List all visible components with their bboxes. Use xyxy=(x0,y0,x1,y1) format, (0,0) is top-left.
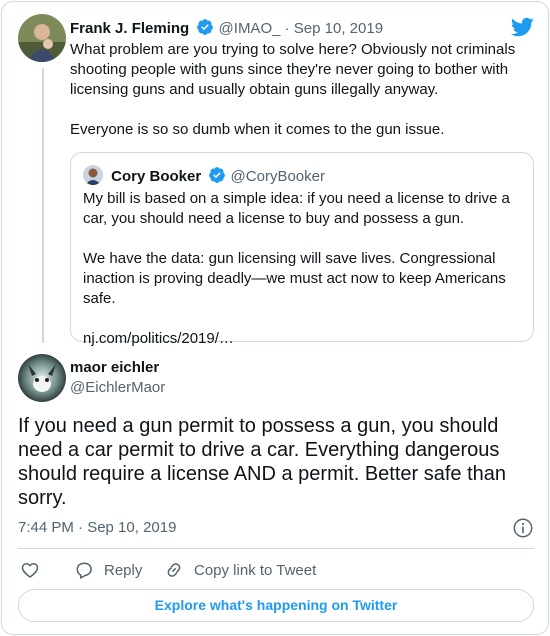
quoted-avatar xyxy=(83,165,103,185)
info-icon[interactable] xyxy=(512,517,534,539)
verified-badge-icon xyxy=(209,167,226,183)
parent-author-name[interactable]: Frank J. Fleming xyxy=(70,20,189,37)
quoted-handle: @CoryBooker xyxy=(230,168,325,185)
main-author-name[interactable]: maor eichler xyxy=(70,358,159,378)
quoted-paragraph: We have the data: gun licensing will sav… xyxy=(83,250,506,307)
quoted-link[interactable]: nj.com/politics/2019/… xyxy=(83,329,523,349)
copy-link-button[interactable]: Copy link to Tweet xyxy=(164,558,316,582)
quoted-tweet-text: My bill is based on a simple idea: if yo… xyxy=(83,189,523,349)
quoted-tweet[interactable]: Cory Booker @CoryBooker My bill is based… xyxy=(70,152,534,347)
reply-icon xyxy=(76,562,92,579)
thread-line xyxy=(42,68,44,343)
copy-link-label: Copy link to Tweet xyxy=(194,561,317,579)
main-handle[interactable]: @EichlerMaor xyxy=(70,378,165,398)
tweet-embed-card: Frank J. Fleming @IMAO_ · Sep 10, 2019 W… xyxy=(1,1,549,635)
like-button[interactable] xyxy=(20,558,50,582)
parent-handle[interactable]: @IMAO_ xyxy=(219,20,281,37)
reply-label: Reply xyxy=(104,561,143,579)
quoted-paragraph: My bill is based on a simple idea: if yo… xyxy=(83,190,510,227)
reply-button[interactable]: Reply xyxy=(74,558,142,582)
explore-button[interactable]: Explore what's happening on Twitter xyxy=(18,589,534,622)
heart-icon xyxy=(21,563,39,578)
link-icon xyxy=(167,563,181,577)
parent-tweet-text: What problem are you trying to solve her… xyxy=(70,40,530,140)
divider xyxy=(18,548,534,549)
parent-avatar[interactable] xyxy=(18,14,66,62)
main-avatar[interactable] xyxy=(18,354,66,402)
quoted-author-name: Cory Booker xyxy=(111,168,202,185)
parent-date[interactable]: Sep 10, 2019 xyxy=(294,20,383,37)
verified-badge-icon xyxy=(197,19,214,35)
parent-paragraph: What problem are you trying to solve her… xyxy=(70,41,516,98)
parent-header: Frank J. Fleming @IMAO_ · Sep 10, 2019 xyxy=(70,18,383,39)
separator-dot: · xyxy=(284,20,290,37)
twitter-bird-icon[interactable] xyxy=(510,15,534,39)
parent-paragraph: Everyone is so so dumb when it comes to … xyxy=(70,121,445,138)
main-tweet-text: If you need a gun permit to possess a gu… xyxy=(18,415,507,509)
tweet-timestamp[interactable]: 7:44 PM · Sep 10, 2019 xyxy=(18,518,176,538)
action-bar: Reply Copy link to Tweet xyxy=(18,558,534,582)
quoted-header: Cory Booker @CoryBooker xyxy=(83,165,325,187)
